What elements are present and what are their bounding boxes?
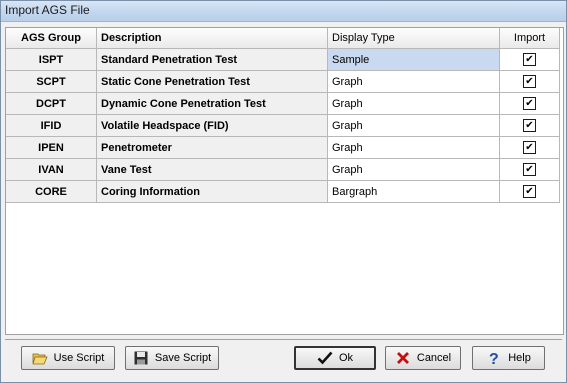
import-cell: ✔ xyxy=(499,92,560,115)
ags-group-cell: ISPT xyxy=(6,48,97,71)
checkmark-icon xyxy=(317,350,333,366)
use-script-label: Use Script xyxy=(53,352,105,364)
import-ags-dialog: Import AGS File AGS Group Description Di… xyxy=(0,0,567,383)
import-cell: ✔ xyxy=(499,70,560,93)
cancel-label: Cancel xyxy=(416,352,452,364)
display-type-cell[interactable]: Graph xyxy=(327,136,500,159)
ags-group-cell: DCPT xyxy=(6,92,97,115)
table-row[interactable]: ISPT Standard Penetration Test Sample ✔ xyxy=(6,48,560,71)
description-cell: Standard Penetration Test xyxy=(96,48,328,71)
table-row[interactable]: IPEN Penetrometer Graph ✔ xyxy=(6,136,560,159)
description-cell: Static Cone Penetration Test xyxy=(96,70,328,93)
floppy-disk-icon xyxy=(133,350,149,366)
import-checkbox[interactable]: ✔ xyxy=(523,119,536,132)
window-title: Import AGS File xyxy=(5,3,90,17)
display-type-cell[interactable]: Bargraph xyxy=(327,180,500,203)
table-row[interactable]: IFID Volatile Headspace (FID) Graph ✔ xyxy=(6,114,560,137)
ags-group-cell: IPEN xyxy=(6,136,97,159)
question-mark-icon: ? xyxy=(486,350,502,366)
help-label: Help xyxy=(508,352,531,364)
red-x-icon xyxy=(395,350,411,366)
help-button[interactable]: ? Help xyxy=(472,346,545,370)
button-divider xyxy=(5,339,562,340)
svg-text:?: ? xyxy=(489,351,499,366)
import-checkbox[interactable]: ✔ xyxy=(523,53,536,66)
description-cell: Dynamic Cone Penetration Test xyxy=(96,92,328,115)
cancel-button[interactable]: Cancel xyxy=(385,346,461,370)
header-display-type[interactable]: Display Type xyxy=(327,28,500,49)
ags-group-cell: IFID xyxy=(6,114,97,137)
import-checkbox[interactable]: ✔ xyxy=(523,75,536,88)
header-ags-group[interactable]: AGS Group xyxy=(6,28,97,49)
ags-group-cell: CORE xyxy=(6,180,97,203)
header-import[interactable]: Import xyxy=(499,28,560,49)
table-row[interactable]: SCPT Static Cone Penetration Test Graph ✔ xyxy=(6,70,560,93)
ags-groups-table: AGS Group Description Display Type Impor… xyxy=(6,28,560,203)
table-header-row: AGS Group Description Display Type Impor… xyxy=(6,28,560,49)
import-cell: ✔ xyxy=(499,180,560,203)
display-type-cell[interactable]: Graph xyxy=(327,92,500,115)
ags-groups-grid: AGS Group Description Display Type Impor… xyxy=(5,27,564,335)
title-bar: Import AGS File xyxy=(1,1,566,22)
header-description[interactable]: Description xyxy=(96,28,328,49)
description-cell: Vane Test xyxy=(96,158,328,181)
import-checkbox[interactable]: ✔ xyxy=(523,185,536,198)
import-checkbox[interactable]: ✔ xyxy=(523,141,536,154)
display-type-cell[interactable]: Graph xyxy=(327,158,500,181)
open-folder-icon xyxy=(32,350,48,366)
import-cell: ✔ xyxy=(499,114,560,137)
import-checkbox[interactable]: ✔ xyxy=(523,163,536,176)
import-cell: ✔ xyxy=(499,136,560,159)
description-cell: Penetrometer xyxy=(96,136,328,159)
table-row[interactable]: DCPT Dynamic Cone Penetration Test Graph ✔ xyxy=(6,92,560,115)
display-type-cell[interactable]: Graph xyxy=(327,70,500,93)
import-cell: ✔ xyxy=(499,48,560,71)
ok-label: Ok xyxy=(338,352,354,364)
ags-group-cell: IVAN xyxy=(6,158,97,181)
description-cell: Coring Information xyxy=(96,180,328,203)
import-checkbox[interactable]: ✔ xyxy=(523,97,536,110)
table-row[interactable]: IVAN Vane Test Graph ✔ xyxy=(6,158,560,181)
ok-button[interactable]: Ok xyxy=(294,346,376,370)
use-script-button[interactable]: Use Script xyxy=(21,346,115,370)
display-type-cell[interactable]: Graph xyxy=(327,114,500,137)
ags-group-cell: SCPT xyxy=(6,70,97,93)
import-cell: ✔ xyxy=(499,158,560,181)
table-row[interactable]: CORE Coring Information Bargraph ✔ xyxy=(6,180,560,203)
save-script-button[interactable]: Save Script xyxy=(125,346,219,370)
display-type-cell[interactable]: Sample xyxy=(327,48,500,71)
description-cell: Volatile Headspace (FID) xyxy=(96,114,328,137)
save-script-label: Save Script xyxy=(154,352,212,364)
